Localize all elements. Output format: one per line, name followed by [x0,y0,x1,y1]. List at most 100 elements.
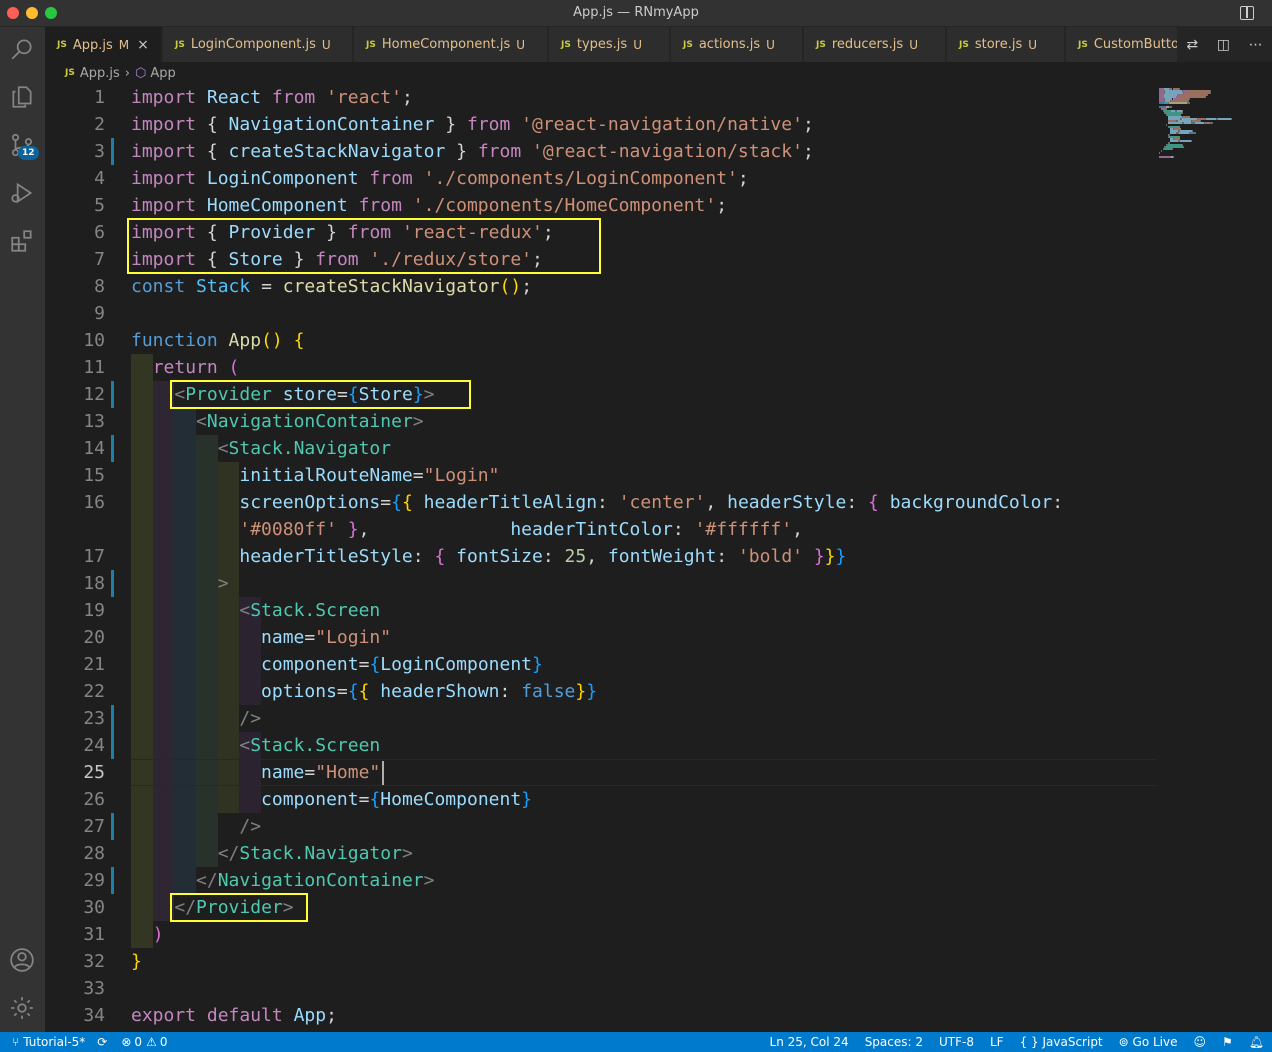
code-line: <NavigationContainer> [131,408,424,435]
tab-types[interactable]: JS types.js U [549,27,670,62]
git-modified-indicator[interactable] [111,138,114,165]
git-branch[interactable]: Tutorial-5* [23,1035,85,1049]
git-modified-indicator[interactable] [111,705,114,759]
code-token: createStackNavigator [282,276,500,297]
minimap-line [1184,122,1192,124]
notifications-bell-icon[interactable]: 🔔︎ [1241,1035,1272,1049]
code-token: } [131,951,142,972]
code-line: } [131,948,142,975]
tab-label: HomeComponent.js [381,37,511,52]
code-editor[interactable]: 1 2 3 4 5 6 7 8 9 10 11 12 13 14 15 16 17 18 19 20 21 22 23 24 2… [45,84,1272,1032]
tab-actions[interactable]: JS actions.js U [671,27,803,62]
code-token: { [369,654,381,675]
run-debug-icon[interactable] [8,179,36,207]
code-token: > [217,573,229,594]
tab-status: U [633,37,642,52]
compare-changes-icon[interactable]: ⇄ [1186,37,1198,53]
minimap[interactable] [1155,84,1255,164]
line-number: 3 [94,141,105,162]
indentation[interactable]: Spaces: 2 [857,1035,931,1049]
git-modified-indicator[interactable] [111,813,114,840]
js-file-icon: JS [561,39,571,50]
line-number: 10 [83,330,105,351]
error-count[interactable]: 0 [134,1035,142,1049]
close-tab-icon[interactable]: × [137,37,149,53]
tab-app-js[interactable]: JS App.js M × [45,27,162,62]
encoding[interactable]: UTF-8 [931,1035,982,1049]
line-number: 19 [83,600,105,621]
settings-gear-icon[interactable] [8,994,36,1022]
code-token: fontSize [456,546,543,567]
sync-icon[interactable]: ⟳ [97,1035,107,1049]
code-token: name [261,627,305,648]
code-token: '@react-navigation/stack' [532,141,803,162]
extensions-icon[interactable] [8,227,36,255]
explorer-icon[interactable] [8,83,36,111]
tab-store[interactable]: JS store.js U [947,27,1065,62]
line-number: 29 [83,870,105,891]
code-token: 'react' [326,87,402,108]
code-area[interactable]: import React from 'react'; import { Navi… [127,84,1161,1032]
code-token: { [358,681,381,702]
code-token: initialRouteName [239,465,413,486]
line-number: 14 [83,438,105,459]
minimap-line [1168,106,1173,108]
line-number: 25 [83,762,105,783]
breadcrumb-symbol[interactable]: App [150,66,175,81]
git-modified-indicator[interactable] [111,570,114,597]
code-line: component={HomeComponent} [131,786,532,813]
code-token: function [131,330,229,351]
code-token: = [380,492,392,513]
search-icon[interactable] [8,35,36,63]
feedback-icon[interactable]: ⚑ [1214,1035,1241,1049]
split-editor-icon[interactable]: ◫ [1217,37,1230,53]
tab-login-component[interactable]: JS LoginComponent.js U [163,27,353,62]
go-live-label: Go Live [1132,1035,1178,1049]
warning-icon: ⚠ [146,1035,157,1049]
layout-icon[interactable] [1240,6,1254,20]
code-token: = [261,276,283,297]
minimap-line [1182,112,1184,114]
minimap-line [1160,150,1162,152]
git-modified-indicator[interactable] [111,435,114,462]
minimap-line [1212,122,1213,124]
line-number: 28 [83,843,105,864]
line-number: 7 [94,249,105,270]
code-token: , [705,492,728,513]
code-line: const Stack = createStackNavigator(); [131,273,532,300]
more-actions-icon[interactable]: ⋯ [1249,37,1263,53]
activity-bar: 12 [0,27,45,1032]
git-modified-indicator[interactable] [111,381,114,408]
breadcrumb-file[interactable]: App.js [80,66,120,81]
code-token: from [369,168,424,189]
code-token: , [792,519,803,540]
git-modified-indicator[interactable] [111,867,114,894]
tab-reducers[interactable]: JS reducers.js U [804,27,946,62]
code-line: options={{ headerShown: false}} [131,678,597,705]
tab-status: M [118,38,130,52]
code-token: } [586,681,598,702]
account-icon[interactable] [8,946,36,974]
copilot-icon[interactable]: ☺ [1185,1035,1214,1049]
cursor-position[interactable]: Ln 25, Col 24 [762,1035,857,1049]
tab-custom-button[interactable]: JS CustomButton [1066,27,1186,62]
line-number: 15 [83,465,105,486]
go-live-button[interactable]: ⊚ Go Live [1111,1035,1186,1049]
line-number: 11 [83,357,105,378]
tab-home-component[interactable]: JS HomeComponent.js U [354,27,548,62]
code-token: NavigationContainer [217,870,424,891]
language-mode[interactable]: { } JavaScript [1012,1035,1111,1049]
code-token: '@react-navigation/native' [521,114,803,135]
warning-count[interactable]: 0 [160,1035,168,1049]
code-token: < [239,600,251,621]
code-token: import [131,168,207,189]
code-line: screenOptions={{ headerTitleAlign: 'cent… [131,489,1063,516]
end-of-line[interactable]: LF [982,1035,1012,1049]
code-token: component [261,654,359,675]
